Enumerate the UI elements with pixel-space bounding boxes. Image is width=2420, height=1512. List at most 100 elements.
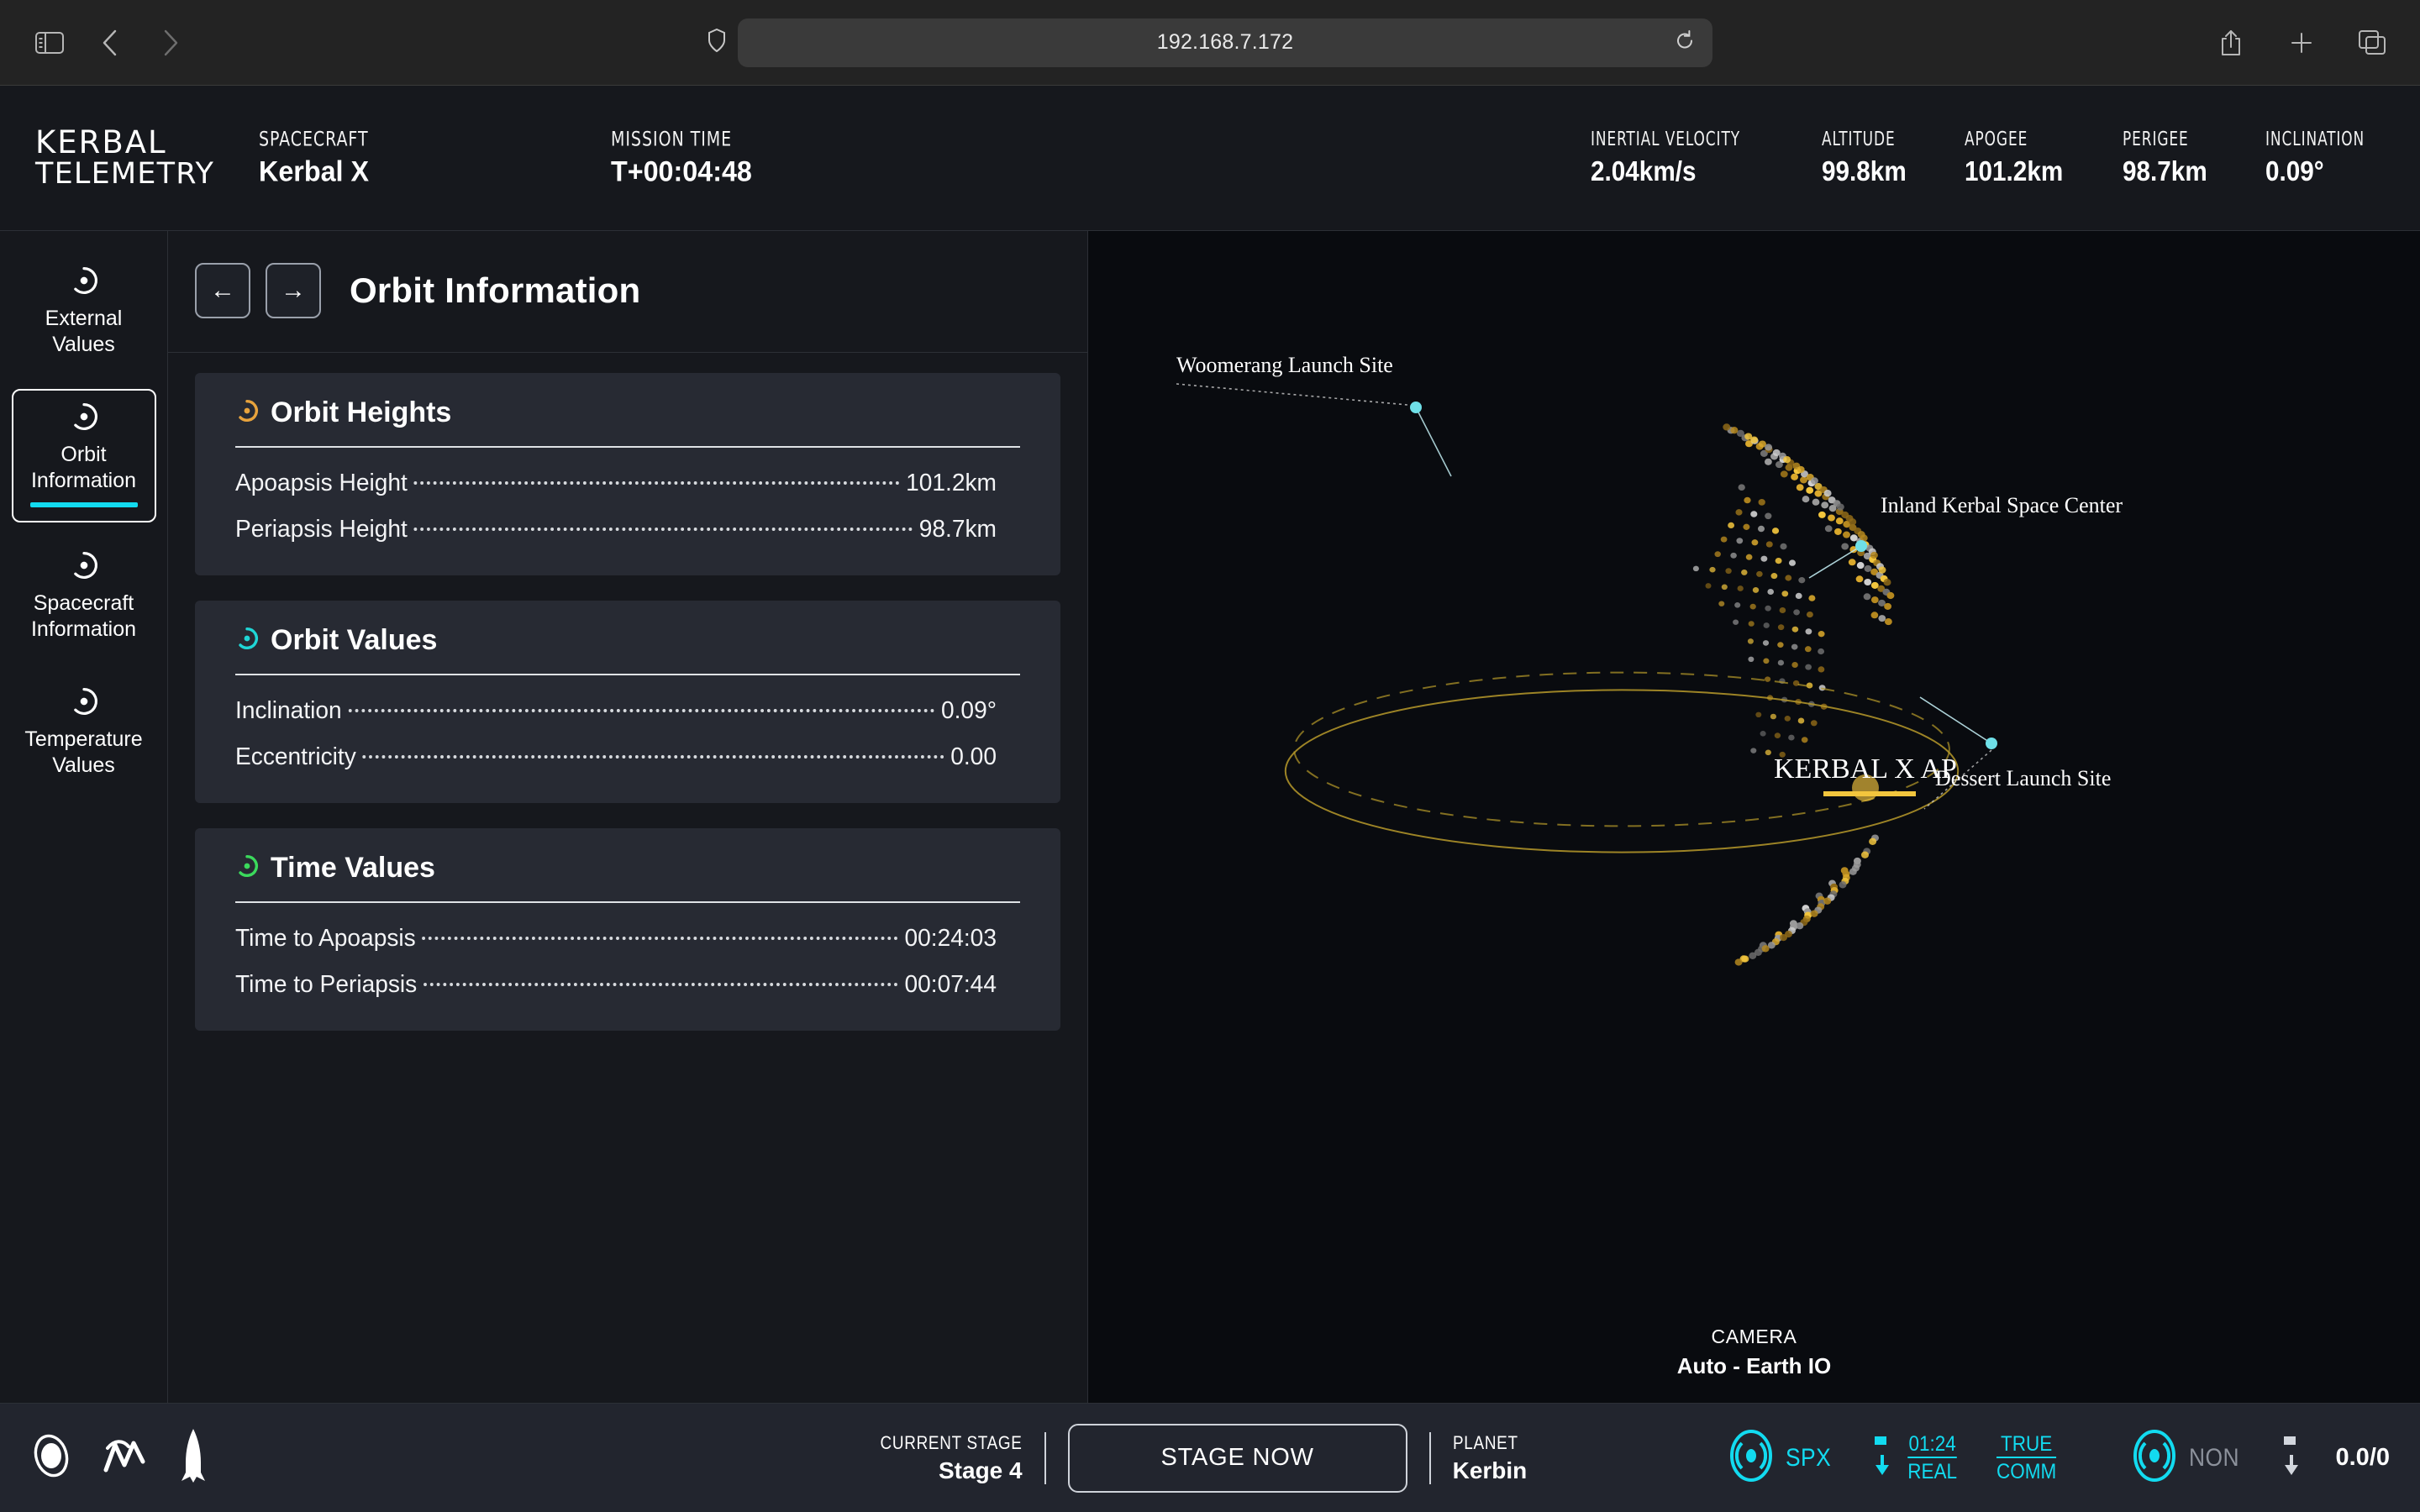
- browser-toolbar: 192.168.7.172: [0, 0, 2420, 86]
- address-bar[interactable]: 192.168.7.172: [738, 18, 1712, 67]
- comm-primary: SPX 01:24 REAL TRUE COMM: [1728, 1430, 2060, 1486]
- sidebar-item-label: External Values: [45, 307, 123, 357]
- header-stat-value: 101.2km: [1964, 155, 2063, 186]
- card-rule: [235, 901, 1020, 903]
- stage-now-button[interactable]: STAGE NOW: [1067, 1423, 1407, 1493]
- data-row: Eccentricity 0.00: [235, 743, 997, 771]
- card-header: Orbit Values: [235, 624, 1020, 657]
- signal-mode: REAL: [1907, 1460, 1957, 1483]
- aperture-icon: [70, 687, 98, 720]
- comm-mode-readout: TRUE COMM: [1996, 1433, 2057, 1483]
- current-stage-label: CURRENT STAGE: [880, 1431, 1023, 1453]
- status-bar: CURRENT STAGE Stage 4 STAGE NOW PLANET K…: [0, 1403, 2420, 1512]
- app-logo: KERBAL TELEMETRY: [35, 126, 214, 190]
- divider: [1428, 1431, 1431, 1484]
- camera-readout: CAMERA Auto - Earth IO: [1677, 1326, 1831, 1379]
- aperture-icon: [235, 854, 259, 882]
- comm-mode-top: TRUE: [1996, 1433, 2057, 1458]
- sidebar-item-label: Orbit Information: [30, 442, 137, 492]
- sidebar-item-orbit[interactable]: Orbit Information: [11, 388, 156, 522]
- signal-time: 01:24: [1907, 1433, 1957, 1458]
- share-icon[interactable]: [2205, 17, 2257, 69]
- leader-dots: [348, 709, 935, 712]
- data-row: Apoapsis Height 101.2km: [235, 470, 997, 497]
- signal-target-secondary-icon[interactable]: [2132, 1430, 2177, 1486]
- current-stage-readout: CURRENT STAGE Stage 4: [857, 1432, 1023, 1484]
- divider: [1044, 1431, 1046, 1484]
- privacy-shield-icon[interactable]: [708, 28, 726, 56]
- planet-label: PLANET: [1452, 1431, 1518, 1453]
- aperture-icon: [70, 402, 98, 435]
- data-row-value: 0.09°: [940, 697, 997, 724]
- data-row-value: 00:07:44: [904, 971, 997, 998]
- camera-value: Auto - Earth IO: [1676, 1353, 1832, 1378]
- leader-dots: [424, 983, 898, 986]
- url-text: 192.168.7.172: [1156, 30, 1294, 54]
- panel-back-button[interactable]: ←: [195, 263, 250, 318]
- active-indicator: [29, 502, 138, 507]
- header-stat-label: INCLINATION: [2265, 129, 2365, 150]
- downlink-secondary-icon: [2281, 1433, 2302, 1483]
- header-stat: PERIGEE 98.7km: [2123, 129, 2217, 187]
- leader-dots: [413, 481, 900, 485]
- header-stats: INERTIAL VELOCITY 2.04km/s ALTITUDE 99.8k…: [1591, 129, 2386, 187]
- data-row-label: Time to Apoapsis: [235, 925, 416, 952]
- data-row-label: Apoapsis Height: [235, 470, 408, 496]
- leader-dots: [422, 937, 898, 940]
- header-stat-value: 0.09°: [2265, 155, 2324, 186]
- globe-label-inland-ksc: Inland Kerbal Space Center: [1881, 493, 2123, 517]
- sidebar-item-temperature[interactable]: Temperature Values: [12, 674, 156, 795]
- current-stage-value: Stage 4: [939, 1457, 1023, 1483]
- info-card: Orbit Heights Apoapsis Height 101.2km Pe…: [195, 373, 1060, 575]
- rocket-view-icon[interactable]: [176, 1429, 210, 1487]
- reload-icon[interactable]: [1674, 29, 1696, 55]
- signal-target-icon[interactable]: [1728, 1430, 1774, 1486]
- data-row-label: Time to Periapsis: [235, 971, 418, 998]
- comm-primary-tag: SPX: [1786, 1443, 1832, 1472]
- planet-value: Kerbin: [1452, 1457, 1528, 1483]
- new-tab-icon[interactable]: [2275, 17, 2328, 69]
- camera-label: CAMERA: [1711, 1326, 1797, 1347]
- logo-line-2: TELEMETRY: [35, 157, 215, 192]
- aperture-icon: [235, 399, 259, 427]
- comm-status-group: SPX 01:24 REAL TRUE COMM NON 0.0/0: [1728, 1430, 2390, 1486]
- graph-view-icon[interactable]: [103, 1436, 146, 1479]
- header-stat-label: APOGEE: [1964, 129, 2028, 150]
- data-row-value: 98.7km: [918, 516, 997, 543]
- data-row: Time to Periapsis 00:07:44: [235, 971, 997, 999]
- globe-label-apoapsis: KERBAL X AP: [1774, 753, 1957, 785]
- sidebar-item-label: Temperature Values: [24, 727, 143, 777]
- sidebar-toggle-icon[interactable]: [24, 17, 76, 69]
- data-row-value: 0.00: [950, 743, 997, 770]
- header-stat-value: 99.8km: [1821, 155, 1907, 186]
- leader-dots: [413, 528, 913, 531]
- tab-overview-icon[interactable]: [2346, 17, 2398, 69]
- card-list: Orbit Heights Apoapsis Height 101.2km Pe…: [168, 353, 1087, 1031]
- card-header: Time Values: [235, 852, 1020, 885]
- mission-time-value: T+00:04:48: [611, 155, 752, 188]
- header-stat-label: ALTITUDE: [1821, 129, 1896, 150]
- back-chevron-icon[interactable]: [84, 17, 136, 69]
- downlink-icon: [1871, 1433, 1893, 1483]
- header-stat: APOGEE 101.2km: [1965, 129, 2074, 187]
- aperture-icon: [235, 627, 259, 654]
- panel-forward-button[interactable]: →: [266, 263, 321, 318]
- signal-delay-readout: 01:24 REAL: [1907, 1433, 1957, 1483]
- globe-viewport[interactable]: Woomerang Launch Site Inland Kerbal Space…: [1088, 231, 2420, 1403]
- panel-header: ← → Orbit Information: [168, 231, 1087, 318]
- data-row-label: Eccentricity: [235, 743, 356, 770]
- sidebar-item-external[interactable]: External Values: [12, 253, 156, 374]
- header-stat-value: 98.7km: [2122, 155, 2207, 186]
- sidebar-item-spacecraft[interactable]: Spacecraft Information: [12, 538, 156, 659]
- card-title: Orbit Values: [271, 624, 438, 656]
- app-header: KERBAL TELEMETRY SPACECRAFT Kerbal X MIS…: [0, 86, 2420, 231]
- sidebar-nav: External Values Orbit Information Spacecra…: [0, 231, 168, 1403]
- globe-label-woomerang: Woomerang Launch Site: [1176, 353, 1393, 377]
- forward-chevron-icon[interactable]: [145, 17, 197, 69]
- orbit-view-icon[interactable]: [30, 1434, 72, 1482]
- data-row: Time to Apoapsis 00:24:03: [235, 925, 997, 953]
- header-stat-value: 2.04km/s: [1590, 155, 1697, 186]
- globe-render: Woomerang Launch Site Inland Kerbal Space…: [1176, 353, 2123, 966]
- data-row-label: Periapsis Height: [235, 516, 408, 543]
- main-panel: ← → Orbit Information Orbit Heights Apoa…: [168, 231, 1088, 1403]
